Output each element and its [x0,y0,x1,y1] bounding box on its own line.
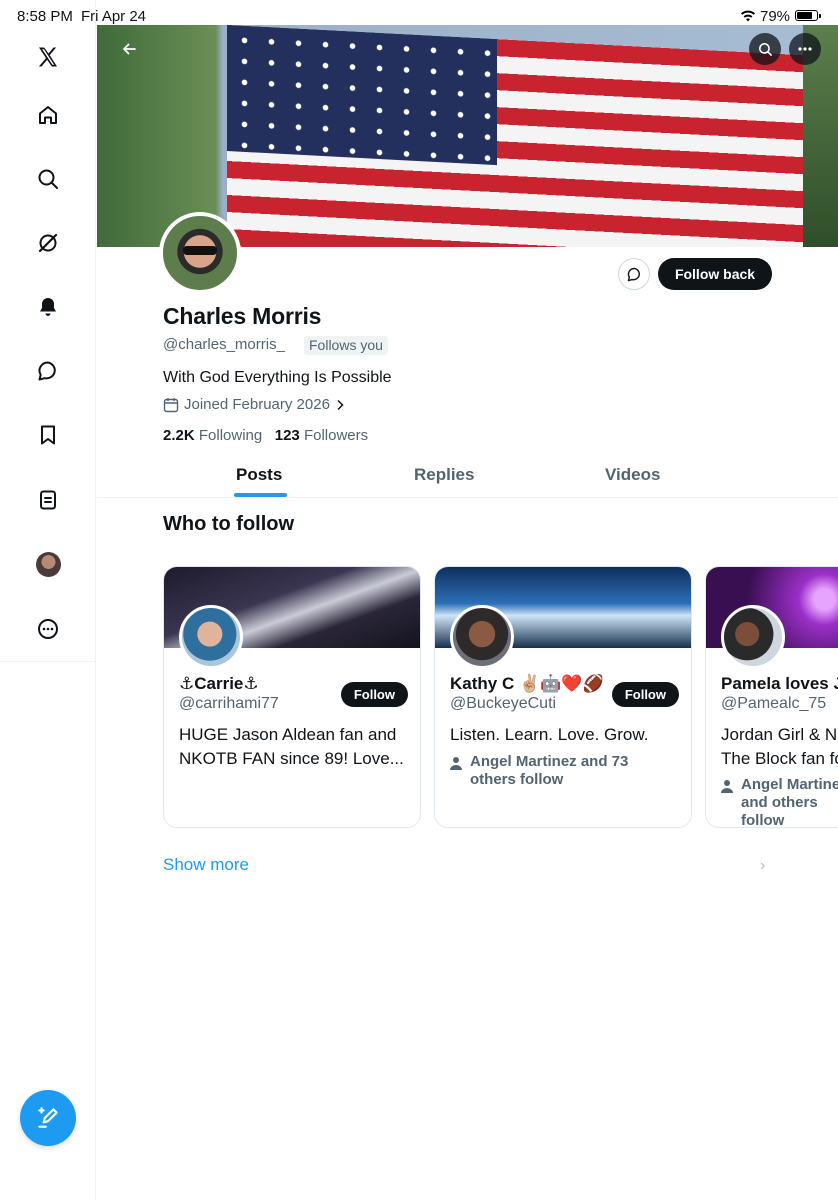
home-icon[interactable] [33,100,63,130]
x-logo-icon[interactable] [33,42,63,72]
card-avatar[interactable] [179,605,243,669]
bookmark-icon[interactable] [33,420,63,450]
banner-more-button[interactable] [789,33,821,65]
sidebar-divider [0,661,96,662]
message-bubble-icon [627,267,640,281]
card-name: ⚓Carrie⚓ [179,674,259,693]
chevron-right-icon [337,399,344,410]
joined-date[interactable]: Joined February 2026 [163,396,345,413]
card-social-context: Angel Martinez and 73 others follow [450,753,645,789]
banner-flag-image [227,25,807,247]
card-social-text: Angel Martinez and others follow [741,776,838,828]
calendar-icon [163,397,179,412]
lists-icon[interactable] [33,485,63,515]
following-count: 2.2K [163,427,195,444]
grok-icon[interactable] [33,228,63,258]
battery-icon [795,10,821,21]
follow-card[interactable]: ⚓Carrie⚓ @carrihami77 Follow HUGE Jason … [163,566,421,828]
followers-count: 123 [274,427,300,444]
banner-search-button[interactable] [749,33,781,65]
card-social-text: Angel Martinez and 73 others follow [470,753,629,788]
person-icon [721,780,733,793]
profile-bio: With God Everything Is Possible [163,369,392,386]
sidebar [0,0,96,1200]
follows-you-badge: Follows you [304,336,388,355]
card-bio: Jordan Girl & New Kids On The Block fan … [721,725,838,768]
card-name: Pamela loves Jordan [721,674,838,693]
tab-replies[interactable]: Replies [414,465,474,485]
active-tab-indicator [234,493,287,497]
back-arrow-icon [123,43,136,55]
profile-name: Charles Morris [163,303,322,329]
follow-button[interactable]: Follow [340,682,408,707]
profile-avatar-nav[interactable] [36,552,61,577]
profile-handle: @charles_morris_ [163,336,285,353]
message-button[interactable] [618,258,650,290]
compose-feather-icon [38,1107,58,1128]
search-icon [758,42,772,56]
following-link[interactable]: 2.2K Following [163,427,262,444]
follow-back-button[interactable]: Follow back [658,258,772,290]
battery-percent: 79% [760,8,791,25]
notifications-bell-icon[interactable] [33,292,63,322]
card-handle: @BuckeyeCuti [450,695,557,712]
wifi-icon [740,9,756,26]
show-more-link[interactable]: Show more [163,855,249,875]
search-icon[interactable] [33,164,63,194]
joined-text: Joined February 2026 [184,396,330,413]
profile-avatar[interactable] [159,212,241,294]
card-avatar[interactable] [450,605,514,669]
profile-tabs: Posts Replies Videos [97,452,838,498]
follow-card[interactable]: Kathy C ✌🏼🤖❤️🏈 @BuckeyeCuti Follow Liste… [434,566,692,828]
card-avatar[interactable] [721,605,785,669]
following-label: Following [198,427,263,444]
card-handle: @Pamealc_75 [721,695,827,712]
followers-label: Followers [303,427,369,444]
who-to-follow-title: Who to follow [163,513,295,535]
messages-icon[interactable] [33,356,63,386]
follow-counts: 2.2K Following 123 Followers [163,427,368,444]
tab-videos[interactable]: Videos [605,465,660,485]
more-icon[interactable] [33,614,63,644]
card-name: Kathy C ✌🏼🤖❤️🏈 [450,674,604,693]
follow-card[interactable]: Pamela loves Jordan @Pamealc_75 Jordan G… [705,566,838,828]
card-social-context: Angel Martinez and others follow [721,776,838,828]
followers-link[interactable]: 123 Followers [275,427,368,444]
back-button[interactable] [113,33,145,65]
card-handle: @carrihami77 [179,695,279,712]
card-bio: HUGE Jason Aldean fan and NKOTB FAN sinc… [179,725,404,768]
carousel-chevron-right-icon[interactable]: › [760,857,765,875]
person-icon [450,757,462,770]
more-dots-icon [798,47,812,51]
compose-button[interactable] [20,1090,76,1146]
card-bio: Listen. Learn. Love. Grow. [450,725,649,744]
follow-button[interactable]: Follow [611,682,679,707]
tab-posts[interactable]: Posts [236,465,282,485]
